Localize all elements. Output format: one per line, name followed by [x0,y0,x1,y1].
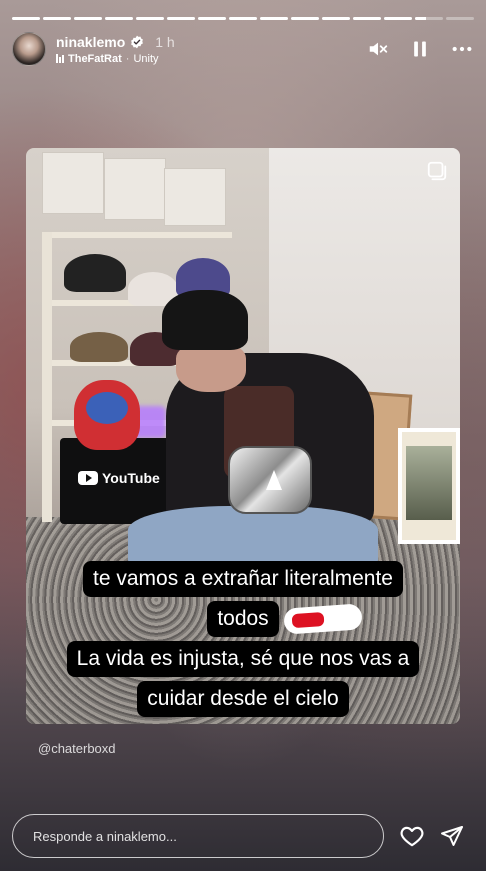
story-segment [415,17,443,20]
music-bars-icon [56,54,64,63]
photo-person-jeans [128,506,378,566]
caption-text-3: La vida es injusta, sé que nos vas a [66,641,420,677]
user-info: ninaklemo 1 h TheFatRat · Unity [56,34,175,65]
story-segment [136,17,164,20]
music-info[interactable]: TheFatRat · Unity [56,53,175,65]
caption-text-1: te vamos a extrañar literalmente [83,561,403,597]
photo-hat-4 [70,332,128,362]
story-header: ninaklemo 1 h TheFatRat · Unity [12,30,474,68]
heart-icon [400,826,424,847]
post-time: 1 h [155,33,175,50]
reply-field[interactable] [12,814,384,858]
story-segment-fill [260,17,288,20]
story-segment [384,17,412,20]
story-segment [322,17,350,20]
story-segment-fill [198,17,226,20]
photo-hat-1 [64,254,126,292]
story-segment [446,17,474,20]
story-segment-fill [43,17,71,20]
story-controls [366,37,474,61]
story-segment-fill [384,17,412,20]
story-segment-fill [415,17,427,20]
caption-line-3: La vida es injusta, sé que nos vas a [0,641,486,677]
pause-button[interactable] [408,37,432,61]
story-segment [167,17,195,20]
story-segment [353,17,381,20]
story-segment-fill [105,17,133,20]
story-segment-fill [167,17,195,20]
photo-diamond-play-button [228,446,312,514]
story-photo[interactable]: YouTube [26,148,460,724]
photo-stitch-face [86,392,128,424]
story-segment-fill [353,17,381,20]
username[interactable]: ninaklemo [56,34,125,50]
caption-text-2: todos [207,601,279,637]
speaker-muted-icon [369,42,388,56]
story-progress-bar [12,17,474,20]
youtube-box: YouTube [60,438,170,524]
youtube-label: YouTube [102,470,160,486]
story-segment [12,17,40,20]
mute-button[interactable] [366,37,390,61]
music-song: Unity [133,52,159,65]
youtube-play-icon [78,471,98,485]
photo-dollar-print [406,446,452,520]
story-segment-fill [322,17,350,20]
story-segment [43,17,71,20]
story-segment [229,17,257,20]
music-separator: · [125,52,130,65]
mention-tag[interactable]: @chaterboxd [38,741,116,756]
story-segment-fill [74,17,102,20]
story-segment [260,17,288,20]
music-artist: TheFatRat [68,52,122,65]
reply-input[interactable] [33,828,383,844]
youtube-logo: YouTube [78,470,160,486]
photo-person-face [176,344,246,392]
more-options-icon [452,46,472,52]
story-segment-fill [12,17,40,20]
verified-badge-icon [131,35,144,48]
caption-line-1: te vamos a extrañar literalmente [0,561,486,597]
caption-line-2: todos [0,601,486,637]
story-segment-fill [136,17,164,20]
photo-box-1 [42,152,104,214]
story-segment-fill [291,17,319,20]
photo-box-2 [104,158,166,220]
like-button[interactable] [398,822,426,850]
caption-line-4: cuidar desde el cielo [0,681,486,717]
carousel-icon [427,161,447,181]
story-segment [198,17,226,20]
story-segment [74,17,102,20]
avatar[interactable] [12,32,46,66]
share-button[interactable] [438,822,466,850]
story-segment [105,17,133,20]
story-segment [291,17,319,20]
pause-icon [414,41,426,57]
photo-box-3 [164,168,226,226]
photo-person-hat [162,290,248,350]
story-segment-fill [229,17,257,20]
send-icon [441,826,463,846]
shoe-sticker [283,603,363,635]
caption-text-4: cuidar desde el cielo [137,681,349,717]
more-options-button[interactable] [450,37,474,61]
